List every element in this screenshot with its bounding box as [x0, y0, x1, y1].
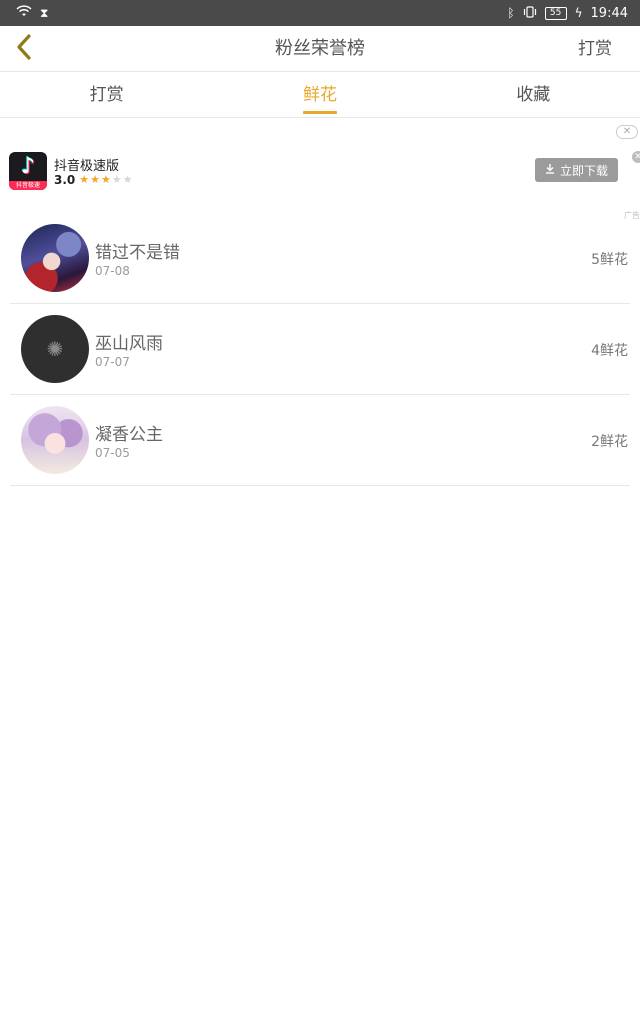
- music-note-icon: ♪: [20, 154, 36, 179]
- battery-icon: 55: [544, 6, 567, 20]
- app-icon-strip: 抖音极速: [9, 181, 47, 190]
- flower-count: 5鲜花: [591, 252, 628, 268]
- ad-banner[interactable]: ✕ ✕ ♪ 抖音极速 抖音极速版 3.0 ★ ★ ★ ★ ★ 立即下载 广告: [0, 118, 640, 222]
- fan-date: 07-05: [95, 446, 130, 460]
- rating-stars: ★ ★ ★ ★ ★: [79, 174, 132, 186]
- status-time: 19:44: [590, 5, 628, 21]
- avatar[interactable]: ✺: [21, 315, 89, 383]
- avatar[interactable]: [21, 406, 89, 474]
- battery-level: 55: [549, 7, 562, 18]
- list-item[interactable]: 错过不是错 07-08 5鲜花: [10, 213, 630, 304]
- ad-rating: 3.0 ★ ★ ★ ★ ★: [54, 173, 133, 187]
- tab-bar: 打赏 鲜花 收藏: [0, 72, 640, 118]
- fan-date: 07-08: [95, 264, 130, 278]
- status-bar: ⧗ ᛒ 55 ϟ 19:44: [0, 0, 640, 26]
- page-title: 粉丝荣誉榜: [275, 38, 365, 59]
- star-icon: ★: [79, 173, 90, 186]
- rating-value: 3.0: [54, 173, 76, 187]
- reward-button[interactable]: 打赏: [578, 26, 612, 72]
- vibrate-icon: [523, 6, 537, 20]
- ad-dismiss-button[interactable]: ✕: [616, 125, 638, 139]
- tab-flowers[interactable]: 鲜花: [213, 72, 426, 117]
- tab-label: 打赏: [89, 85, 124, 105]
- ad-app-name: 抖音极速版: [54, 159, 120, 174]
- list-item[interactable]: ✺ 巫山风雨 07-07 4鲜花: [10, 304, 630, 395]
- charging-icon: ϟ: [574, 6, 583, 20]
- fan-name: 巫山风雨: [95, 334, 163, 354]
- fan-name: 凝香公主: [95, 425, 163, 445]
- download-icon: [545, 163, 555, 177]
- star-icon: ★: [111, 173, 122, 186]
- lightbulb-icon: ✺: [46, 337, 64, 361]
- tab-favorites[interactable]: 收藏: [427, 72, 640, 117]
- active-tab-indicator: [302, 111, 337, 114]
- flower-count: 4鲜花: [591, 343, 628, 359]
- tab-label: 收藏: [516, 85, 551, 105]
- hourglass-icon: ⧗: [40, 6, 49, 20]
- avatar[interactable]: [21, 224, 89, 292]
- status-bar-right: ᛒ 55 ϟ 19:44: [507, 6, 628, 21]
- fan-ranking-list: 错过不是错 07-08 5鲜花 ✺ 巫山风雨 07-07 4鲜花 凝香公主 07…: [0, 213, 640, 486]
- header: 粉丝荣誉榜 打赏: [0, 26, 640, 72]
- bluetooth-icon: ᛒ: [507, 6, 515, 20]
- status-bar-left: ⧗: [16, 5, 48, 21]
- download-label: 立即下载: [559, 163, 608, 178]
- star-icon: ★: [101, 173, 111, 186]
- star-icon: ★: [90, 173, 101, 186]
- download-button[interactable]: 立即下载: [535, 158, 618, 182]
- star-icon: ★: [122, 173, 133, 186]
- wifi-icon: [16, 5, 32, 21]
- tab-label: 鲜花: [302, 85, 337, 105]
- flower-count: 2鲜花: [591, 434, 628, 450]
- fan-date: 07-07: [95, 355, 130, 369]
- ad-close-icon[interactable]: ✕: [632, 151, 640, 163]
- app-icon[interactable]: ♪ 抖音极速: [9, 152, 47, 190]
- tab-reward[interactable]: 打赏: [0, 72, 213, 117]
- list-item[interactable]: 凝香公主 07-05 2鲜花: [10, 395, 630, 486]
- fan-name: 错过不是错: [95, 243, 180, 263]
